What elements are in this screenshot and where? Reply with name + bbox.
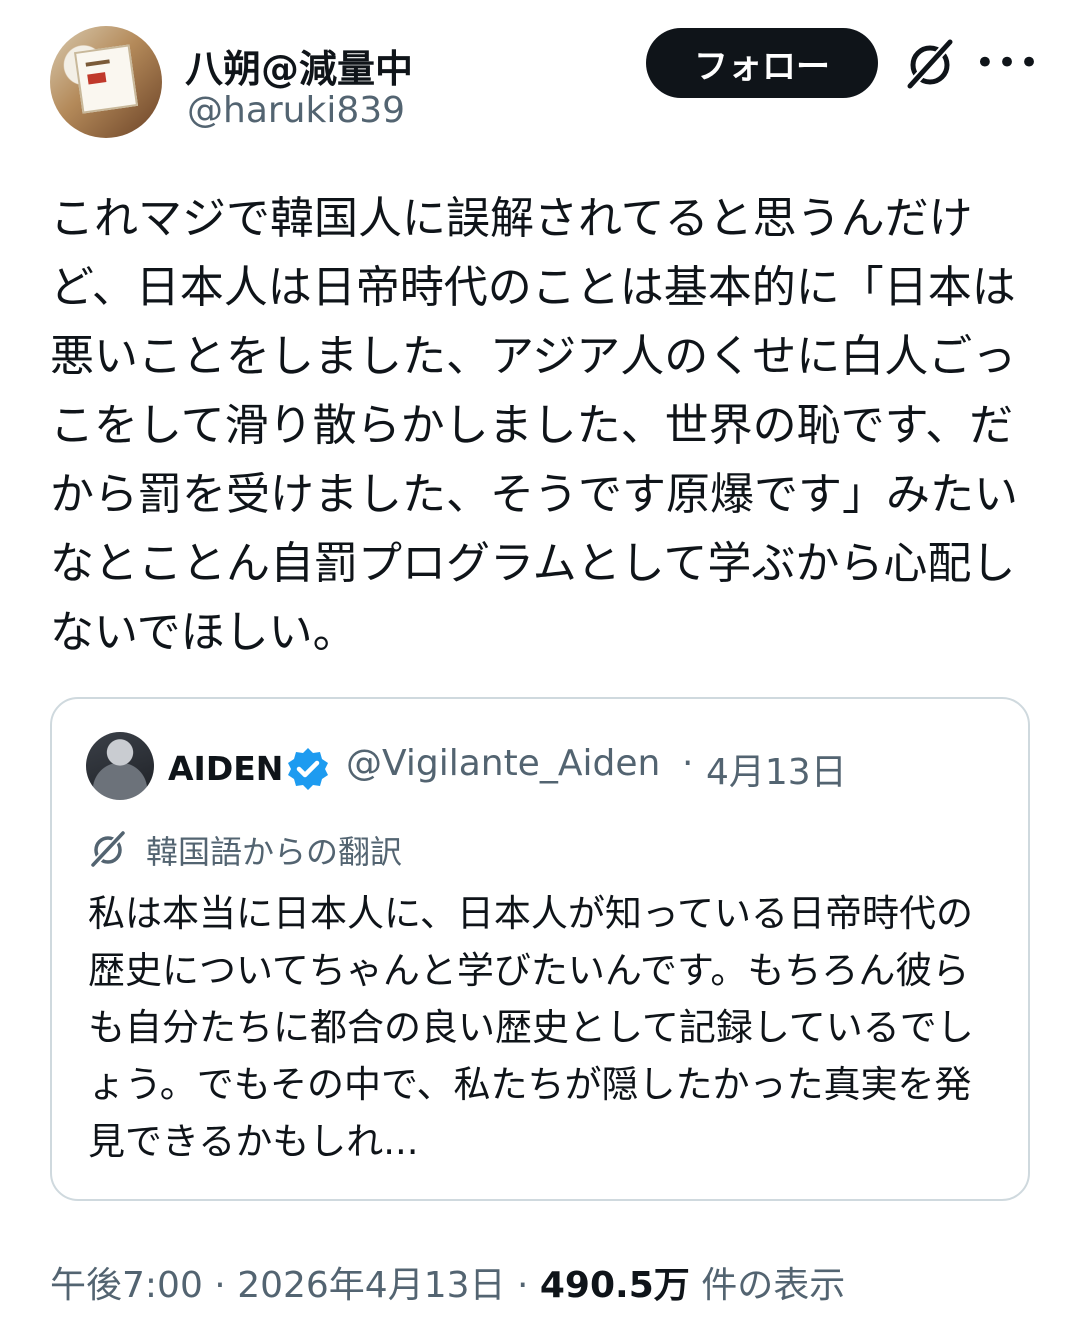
separator-dot: ·	[682, 743, 694, 784]
quoted-tweet-date[interactable]: 4月13日	[706, 743, 847, 795]
quoted-author-avatar[interactable]	[86, 732, 154, 800]
tweet-body-text: これマジで韓国人に誤解されてると思うんだけど、日本人は日帝時代のことは基本的に「…	[50, 193, 1018, 658]
grok-translate-icon	[90, 830, 126, 868]
author-avatar[interactable]	[50, 26, 162, 138]
verified-badge-icon	[288, 748, 328, 790]
follow-button[interactable]: フォロー	[646, 28, 878, 98]
author-handle[interactable]: @haruki839	[187, 90, 405, 131]
tweet-header: 八朔@減量中 @haruki839 フォロー •••	[50, 26, 1040, 146]
author-name[interactable]: 八朔@減量中	[185, 38, 413, 93]
tweet-meta: 午後7:00 · 2026年4月13日 · 490.5万 件の表示	[50, 1256, 845, 1308]
quoted-author-name[interactable]: AIDEN	[168, 749, 283, 788]
more-dots-icon[interactable]: •••	[975, 40, 1039, 86]
avatar-book-image	[73, 44, 139, 114]
meta-separator: ·	[202, 1265, 238, 1306]
quoted-tweet-text: 私は本当に日本人に、日本人が知っている日帝時代の歴史についてちゃんと学びたいんで…	[88, 892, 974, 1163]
tweet-time[interactable]: 午後7:00	[50, 1265, 203, 1306]
quoted-author-handle[interactable]: @Vigilante_Aiden	[346, 743, 660, 784]
quoted-tweet-card[interactable]: AIDEN @Vigilante_Aiden · 4月13日 韓国語からの翻訳 …	[50, 697, 1030, 1201]
translation-label: 韓国語からの翻訳	[146, 833, 403, 871]
grok-slash-icon[interactable]	[902, 36, 958, 92]
view-count-label: 件の表示	[689, 1265, 846, 1306]
tweet-date[interactable]: 2026年4月13日	[237, 1265, 505, 1306]
view-count[interactable]: 490.5万	[540, 1265, 690, 1306]
meta-separator: ·	[505, 1265, 540, 1306]
